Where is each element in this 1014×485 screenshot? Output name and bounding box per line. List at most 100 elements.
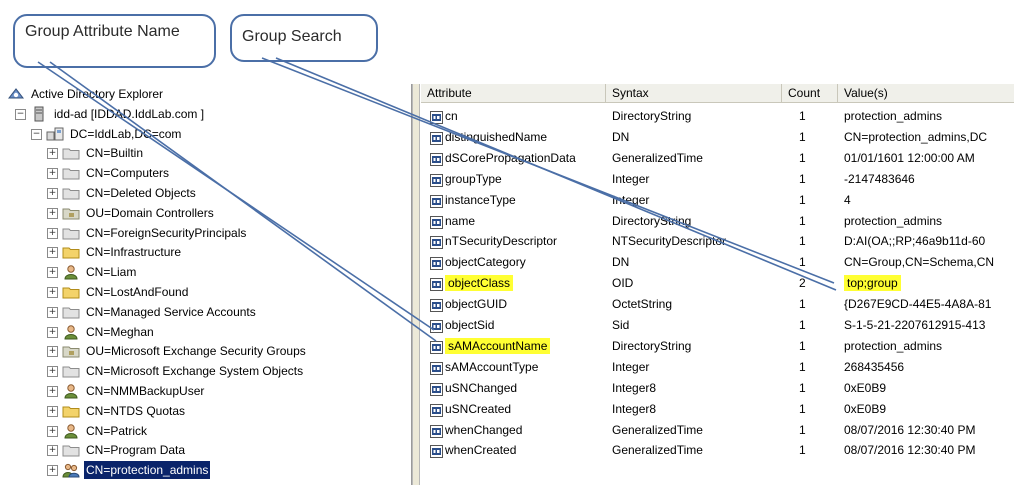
tree-node[interactable]: + CN=Liam: [3, 263, 403, 281]
attribute-row[interactable]: uSNCreated Integer8 1 0xE0B9: [421, 399, 1014, 420]
expand-icon[interactable]: +: [47, 366, 58, 378]
tree-node-label[interactable]: Active Directory Explorer: [29, 85, 165, 103]
tree-node-label[interactable]: CN=Infrastructure: [84, 243, 183, 261]
attribute-row[interactable]: objectGUID OctetString 1 {D267E9CD-44E5-4A8…: [421, 294, 1014, 315]
column-header-values[interactable]: Value(s): [838, 84, 1014, 103]
collapse-icon[interactable]: −: [15, 108, 26, 120]
attribute-row[interactable]: nTSecurityDescriptor NTSecurityDescriptor…: [421, 231, 1014, 252]
tree-node-label[interactable]: CN=Patrick: [84, 422, 149, 440]
tree-node-label[interactable]: OU=Microsoft Exchange Security Groups: [84, 342, 308, 360]
tree-node-label[interactable]: CN=Microsoft Exchange System Objects: [84, 362, 305, 380]
tree-node[interactable]: + CN=Computers: [3, 164, 403, 182]
tree-node-label[interactable]: CN=NMMBackupUser: [84, 382, 206, 400]
syntax-cell: Integer8: [612, 380, 657, 395]
expand-icon[interactable]: +: [47, 188, 58, 199]
group-icon: [62, 462, 80, 478]
tree-node[interactable]: + CN=Program Data: [3, 441, 403, 459]
attribute-row[interactable]: objectClass OID 2 top;group: [421, 273, 1014, 294]
tree-node-label[interactable]: CN=protection_admins: [84, 461, 211, 480]
tree-node-label[interactable]: CN=LostAndFound: [84, 283, 190, 301]
attribute-name-cell: whenCreated: [445, 443, 517, 458]
tree-node-label[interactable]: CN=Deleted Objects: [84, 184, 198, 202]
tree-node-label[interactable]: CN=NTDS Quotas: [84, 402, 187, 420]
attribute-name-cell: uSNCreated: [445, 401, 512, 416]
expand-icon[interactable]: +: [47, 445, 58, 457]
attribute-icon: [430, 131, 443, 145]
attribute-row[interactable]: instanceType Integer 1 4: [421, 190, 1014, 211]
expand-icon[interactable]: +: [47, 247, 58, 259]
tree-node[interactable]: + CN=LostAndFound: [3, 283, 403, 301]
tree-node[interactable]: + CN=Meghan: [3, 323, 403, 341]
column-header-attribute[interactable]: Attribute: [421, 84, 606, 103]
tree-node[interactable]: + CN=Microsoft Exchange System Objects: [3, 362, 403, 380]
tree-node-label[interactable]: CN=Program Data: [84, 441, 187, 459]
folder-icon: [62, 403, 80, 419]
tree-node[interactable]: + CN=Infrastructure: [3, 243, 403, 261]
container-icon: [62, 363, 80, 379]
tree-node[interactable]: + CN=ForeignSecurityPrincipals: [3, 224, 403, 242]
expand-icon[interactable]: +: [47, 306, 58, 318]
expand-icon[interactable]: +: [47, 425, 58, 437]
expand-icon[interactable]: +: [47, 168, 58, 180]
expand-icon[interactable]: +: [47, 326, 58, 338]
column-header-count[interactable]: Count: [782, 84, 838, 103]
attribute-row[interactable]: sAMAccountType Integer 1 268435456: [421, 357, 1014, 378]
expand-icon[interactable]: +: [47, 346, 58, 358]
tree-node-label[interactable]: CN=Liam: [84, 263, 138, 281]
pane-splitter[interactable]: [412, 84, 420, 485]
attribute-row[interactable]: dSCorePropagationData GeneralizedTime 1 01/…: [421, 148, 1014, 169]
tree-node-label[interactable]: CN=Computers: [84, 164, 171, 182]
attribute-name-cell: objectGUID: [445, 297, 508, 312]
count-cell: 1: [799, 318, 806, 332]
expand-icon[interactable]: +: [47, 207, 58, 219]
tree-node[interactable]: + CN=Managed Service Accounts: [3, 303, 403, 321]
syntax-cell: GeneralizedTime: [612, 150, 703, 165]
tree-node[interactable]: − DC=IddLab,DC=com: [3, 125, 403, 143]
tree-node[interactable]: − idd-ad [IDDAD.IddLab.com ]: [3, 105, 403, 123]
attribute-row[interactable]: objectCategory DN 1 CN=Group,CN=Schema,CN: [421, 252, 1014, 273]
tree-node[interactable]: + CN=Patrick: [3, 422, 403, 440]
expand-icon[interactable]: +: [47, 386, 58, 397]
expand-icon[interactable]: +: [47, 227, 58, 239]
expand-icon[interactable]: +: [47, 148, 58, 160]
tree-node-label[interactable]: OU=Domain Controllers: [84, 204, 216, 222]
tree-node[interactable]: + OU=Domain Controllers: [3, 204, 403, 222]
tree-node[interactable]: + CN=Builtin: [3, 144, 403, 162]
callout-group-attribute-name-text: Group Attribute Name: [25, 23, 180, 40]
column-header-syntax[interactable]: Syntax: [606, 84, 782, 103]
attribute-row[interactable]: cn DirectoryString 1 protection_admins: [421, 106, 1014, 127]
value-cell: protection_admins: [844, 213, 943, 228]
tree-node-label[interactable]: DC=IddLab,DC=com: [68, 125, 183, 143]
attribute-row[interactable]: uSNChanged Integer8 1 0xE0B9: [421, 378, 1014, 399]
tree-node[interactable]: + CN=Deleted Objects: [3, 184, 403, 202]
attribute-row[interactable]: objectSid Sid 1 S-1-5-21-2207612915-413: [421, 315, 1014, 336]
tree-node-label[interactable]: CN=Builtin: [84, 144, 145, 162]
collapse-icon[interactable]: −: [31, 128, 42, 140]
attribute-row[interactable]: groupType Integer 1 -2147483646: [421, 169, 1014, 190]
tree-node[interactable]: + OU=Microsoft Exchange Security Groups: [3, 342, 403, 360]
attribute-icon: [430, 298, 443, 313]
tree-node[interactable]: + CN=protection_admins: [3, 461, 403, 480]
value-cell: top;group: [844, 273, 1014, 294]
attribute-row[interactable]: distinguishedName DN 1 CN=protection_admins…: [421, 127, 1014, 148]
tree-node[interactable]: Active Directory Explorer: [3, 85, 403, 103]
expand-icon[interactable]: +: [47, 267, 58, 279]
expand-icon[interactable]: +: [47, 465, 58, 477]
attribute-row[interactable]: name DirectoryString 1 protection_admins: [421, 211, 1014, 232]
tree-node-label[interactable]: CN=Meghan: [84, 323, 156, 341]
tree-node-label[interactable]: idd-ad [IDDAD.IddLab.com ]: [52, 105, 206, 123]
server-icon: [30, 106, 48, 122]
tree-node-label[interactable]: CN=Managed Service Accounts: [84, 303, 258, 321]
attribute-row[interactable]: whenCreated GeneralizedTime 1 08/07/2016 12…: [421, 440, 1014, 461]
tree-node-label[interactable]: CN=ForeignSecurityPrincipals: [84, 224, 248, 242]
count-cell: 1: [799, 443, 806, 458]
tree-node[interactable]: + CN=NMMBackupUser: [3, 382, 403, 400]
attribute-icon: [430, 110, 443, 124]
domain-icon: [46, 126, 64, 142]
object-tree[interactable]: Active Directory Explorer − idd-ad [IDDAD.…: [3, 84, 412, 485]
attribute-row[interactable]: whenChanged GeneralizedTime 1 08/07/2016 12…: [421, 420, 1014, 441]
expand-icon[interactable]: +: [47, 405, 58, 417]
attribute-row[interactable]: sAMAccountName DirectoryString 1 protection…: [421, 336, 1014, 357]
expand-icon[interactable]: +: [47, 287, 58, 298]
tree-node[interactable]: + CN=NTDS Quotas: [3, 402, 403, 420]
